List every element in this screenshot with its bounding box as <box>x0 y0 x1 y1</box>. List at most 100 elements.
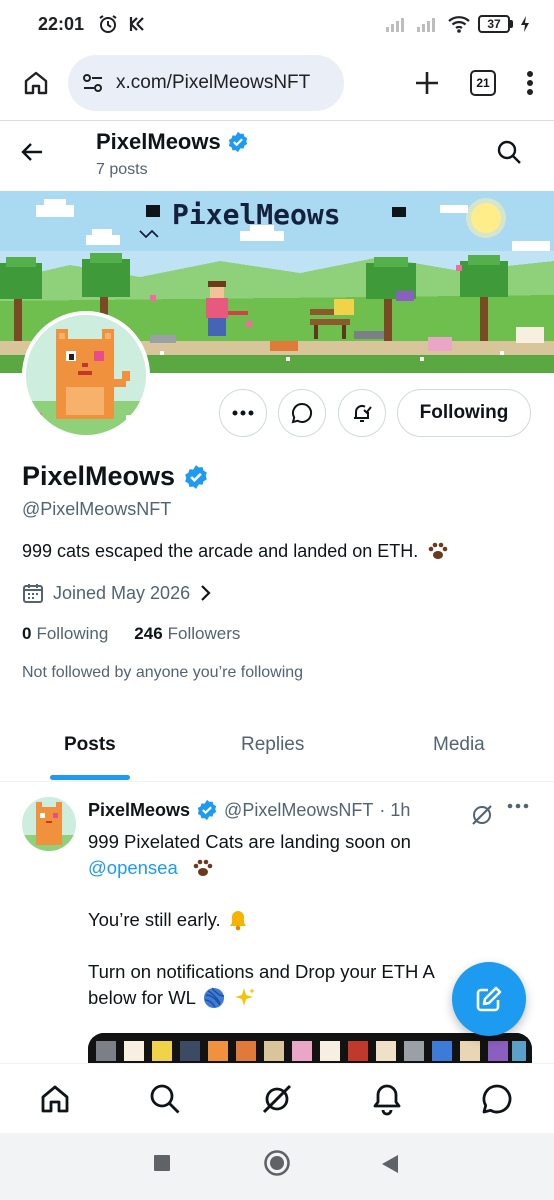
followers-label: Followers <box>167 624 241 643</box>
followers-stat[interactable]: 246 Followers <box>134 624 240 644</box>
tab-replies[interactable]: Replies <box>241 734 304 756</box>
sparkles-emoji-icon <box>234 988 255 1006</box>
nav-search[interactable] <box>148 1082 182 1116</box>
followers-count: 246 <box>134 624 163 643</box>
post-media-image[interactable] <box>88 1033 532 1063</box>
grok-icon <box>472 805 492 825</box>
bottom-navigation <box>0 1063 554 1133</box>
search-icon <box>497 140 521 164</box>
compose-icon <box>476 986 502 1012</box>
back-button[interactable] <box>20 139 46 165</box>
post-line-4: Turn on notifications and Drop your ETH … <box>88 961 435 982</box>
profile-avatar[interactable] <box>22 311 150 439</box>
joined-text: Joined May 2026 <box>53 582 191 603</box>
following-stat[interactable]: 0 Following <box>22 624 108 644</box>
battery-icon: 37 <box>478 15 513 33</box>
tab-media[interactable]: Media <box>433 734 485 756</box>
joined-date[interactable]: Joined May 2026 <box>22 582 211 604</box>
post-count: 7 posts <box>96 161 148 178</box>
circle-icon <box>264 1150 290 1176</box>
profile-handle: @PixelMeowsNFT <box>22 499 172 519</box>
status-time: 22:01 <box>38 13 85 34</box>
verified-badge-icon <box>228 131 247 153</box>
grok-button[interactable] <box>470 803 494 827</box>
following-label: Following <box>36 624 109 643</box>
post-mention[interactable]: @opensea <box>88 855 178 881</box>
browser-toolbar: x.com/PixelMeowsNFT 21 <box>0 48 554 118</box>
signal-icon <box>385 15 409 33</box>
following-count: 0 <box>22 624 32 643</box>
nav-notifications[interactable] <box>370 1082 404 1116</box>
square-icon <box>154 1155 170 1171</box>
nav-messages[interactable] <box>480 1082 514 1116</box>
profile-bio: 999 cats escaped the arcade and landed o… <box>22 540 448 562</box>
site-settings-icon[interactable] <box>82 73 104 93</box>
active-tab-indicator <box>50 775 130 780</box>
post-time[interactable]: · 1h <box>379 800 410 821</box>
not-followed-note: Not followed by anyone you’re following <box>22 664 304 681</box>
svg-text:PixelMeows: PixelMeows <box>172 198 341 231</box>
signal-icon-2 <box>416 15 440 33</box>
k-app-icon <box>128 15 146 33</box>
profile-name-row: PixelMeows <box>22 461 209 492</box>
post-line-1: 999 Pixelated Cats are landing soon on <box>88 831 411 852</box>
browser-menu-button[interactable] <box>526 70 534 96</box>
message-button[interactable] <box>278 389 326 437</box>
profile-header: PixelMeows 7 posts <box>0 121 554 191</box>
post-author-handle[interactable]: @PixelMeowsNFT <box>224 800 373 821</box>
home-icon <box>24 71 48 95</box>
status-bar: 22:01 37 <box>0 0 554 48</box>
bell-emoji-icon <box>229 911 246 931</box>
follow-stats: 0 Following 246 Followers <box>22 624 240 644</box>
tab-posts[interactable]: Posts <box>64 734 116 756</box>
paw-icon <box>428 542 448 559</box>
chat-bubble-icon <box>291 402 313 424</box>
post-author-name[interactable]: PixelMeows <box>88 800 190 821</box>
chevron-right-icon <box>201 585 211 601</box>
profile-search-button[interactable] <box>496 139 522 165</box>
header-title: PixelMeows <box>96 129 249 155</box>
profile-name: PixelMeows <box>22 461 176 491</box>
chat-bubble-icon <box>482 1084 512 1114</box>
triangle-back-icon <box>382 1155 398 1173</box>
more-options-button[interactable] <box>219 389 267 437</box>
more-vertical-icon <box>527 71 533 95</box>
battery-percent: 37 <box>487 17 501 31</box>
bio-text: 999 cats escaped the arcade and landed o… <box>22 540 419 561</box>
nav-grok[interactable] <box>260 1082 294 1116</box>
bell-icon <box>373 1084 401 1116</box>
verified-badge-icon <box>197 799 217 821</box>
back-system-button[interactable] <box>380 1153 400 1175</box>
paw-icon <box>193 859 213 876</box>
post-more-button[interactable] <box>507 803 529 809</box>
bell-check-icon <box>354 405 372 422</box>
post-avatar[interactable] <box>22 797 76 851</box>
recents-button[interactable] <box>152 1153 172 1173</box>
calendar-icon <box>23 584 43 603</box>
more-horizontal-icon <box>507 803 529 809</box>
browser-home-button[interactable] <box>16 63 56 103</box>
home-system-button[interactable] <box>263 1149 291 1177</box>
plus-icon <box>416 72 438 94</box>
more-horizontal-icon <box>232 410 254 416</box>
new-tab-button[interactable] <box>414 70 440 96</box>
notifications-button[interactable] <box>338 389 386 437</box>
wifi-icon <box>447 14 471 34</box>
charging-icon <box>520 15 530 33</box>
verified-badge-icon <box>185 464 207 489</box>
nav-home[interactable] <box>38 1082 72 1116</box>
search-icon <box>150 1084 180 1114</box>
tab-switcher-button[interactable]: 21 <box>470 70 496 96</box>
compose-post-button[interactable] <box>452 962 526 1036</box>
following-button[interactable]: Following <box>397 389 531 437</box>
post-line-3: You’re still early. <box>88 909 221 930</box>
post-line-5: below for WL <box>88 987 196 1008</box>
grok-icon <box>262 1084 292 1114</box>
home-icon <box>41 1085 69 1113</box>
header-name: PixelMeows <box>96 129 221 154</box>
post-header: PixelMeows @PixelMeowsNFT · 1h <box>88 799 410 821</box>
system-navigation-bar <box>0 1133 554 1200</box>
url-text: x.com/PixelMeowsNFT <box>116 72 311 93</box>
url-bar[interactable]: x.com/PixelMeowsNFT <box>68 55 344 111</box>
back-arrow-icon <box>21 143 42 161</box>
